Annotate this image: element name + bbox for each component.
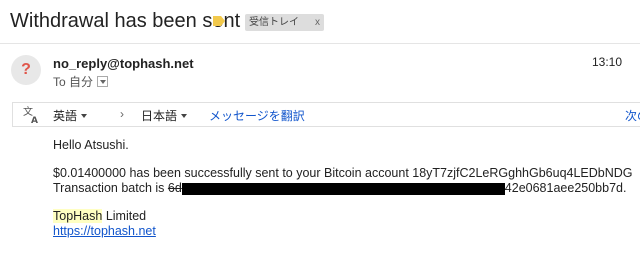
to-recipient: 自分 <box>69 75 94 89</box>
greeting: Hello Atsushi. <box>53 138 129 152</box>
sent-confirmation: $0.01400000 has been successfully sent t… <box>53 166 633 180</box>
recipient-line: To 自分 <box>53 73 109 90</box>
company-website-link[interactable]: https://tophash.net <box>53 224 156 238</box>
sender-avatar: ? <box>11 55 41 85</box>
inbox-label-chip[interactable]: 受信トレイ x <box>245 14 324 31</box>
chevron-down-icon <box>81 113 88 118</box>
to-prefix: To <box>53 74 66 89</box>
svg-text:A: A <box>31 116 38 124</box>
sender-address[interactable]: no_reply@tophash.net <box>53 56 194 71</box>
translate-message-link[interactable]: メッセージを翻訳 <box>209 107 305 124</box>
next-link[interactable]: 次の <box>625 107 640 124</box>
chevron-down-icon <box>181 113 188 118</box>
inbox-label-text: 受信トレイ <box>249 17 299 28</box>
source-language-select[interactable]: 英語 <box>53 107 88 124</box>
company-name-rest: Limited <box>102 209 147 223</box>
target-language-label: 日本語 <box>141 109 178 123</box>
batch-line: Transaction batch is 6d 42e0681aee250bb7d… <box>53 181 626 195</box>
remove-label-icon[interactable]: x <box>315 14 320 31</box>
arrow-right-icon: › <box>120 107 124 121</box>
signature-link-line: https://tophash.net <box>53 224 156 238</box>
email-time: 13:10 <box>592 55 623 69</box>
target-language-select[interactable]: 日本語 <box>141 107 188 124</box>
translate-bar: 文 A 英語 › 日本語 メッセージを翻訳 次の <box>12 102 640 127</box>
company-name-highlight: TopHash <box>53 209 103 223</box>
show-details-icon[interactable] <box>97 76 109 87</box>
batch-id-end: 42e0681aee250bb7d. <box>504 181 627 195</box>
batch-label: Transaction batch is <box>53 181 165 195</box>
signature-company: TopHash Limited <box>53 209 146 223</box>
translate-icon: 文 A <box>23 106 38 124</box>
source-language-label: 英語 <box>53 109 78 123</box>
batch-id-start: 6d <box>167 181 182 195</box>
redaction-bar <box>181 182 505 195</box>
important-label-icon[interactable] <box>213 16 225 26</box>
email-subject: Withdrawal has been sent <box>10 10 241 32</box>
subject-bar: Withdrawal has been sent 受信トレイ x <box>0 0 640 44</box>
